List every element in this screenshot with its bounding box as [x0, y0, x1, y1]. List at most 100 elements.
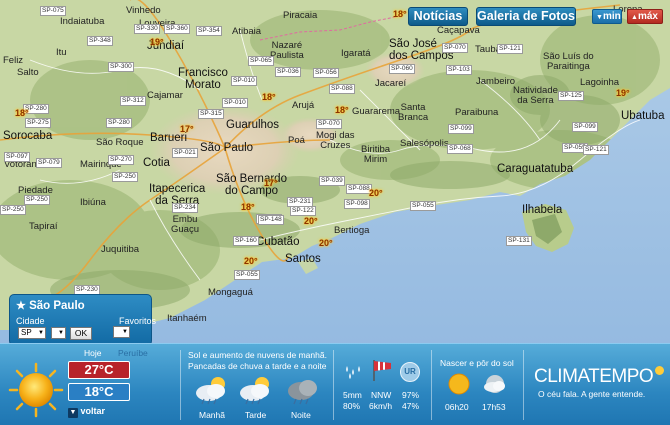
- sunrise-icon: [448, 373, 470, 395]
- voltar-label: voltar: [80, 406, 106, 416]
- road-shield: SP-021: [172, 148, 198, 158]
- city-label: Ilhabela: [522, 204, 563, 216]
- noticias-button[interactable]: Notícias: [408, 7, 468, 26]
- city-label: São Luís do Paraitinga: [543, 51, 594, 72]
- city-label: Vinhedo: [126, 5, 161, 16]
- city-label: Salesópolis: [400, 138, 449, 149]
- city-label: São Paulo: [200, 142, 254, 154]
- star-icon[interactable]: ★: [16, 300, 26, 312]
- road-shield: SP-079: [36, 158, 62, 168]
- temperature-marker: 17°: [264, 178, 278, 188]
- temperature-marker: 18°: [15, 108, 29, 118]
- road-shield: SP-121: [497, 44, 523, 54]
- temperature-marker: 18°: [241, 202, 255, 212]
- city-select[interactable]: ▼: [51, 327, 66, 339]
- city-label: Mongaguá: [208, 287, 253, 298]
- road-shield: SP-250: [0, 205, 26, 215]
- road-shield: SP-312: [120, 96, 146, 106]
- road-shield: SP-010: [222, 98, 248, 108]
- humidity-min-value: 47%: [402, 401, 420, 411]
- city-label: Atibaia: [232, 26, 262, 37]
- city-label: Bertioga: [334, 225, 370, 236]
- city-label: Paraibuna: [455, 107, 499, 118]
- city-label: Feliz: [3, 55, 24, 66]
- road-shield: SP-103: [446, 65, 472, 75]
- city-label: Santos: [285, 253, 321, 265]
- road-shield: SP-075: [40, 6, 66, 16]
- road-shield: SP-056: [313, 68, 339, 78]
- dropdown-arrow-icon: ▼: [38, 330, 44, 336]
- city-label: Caraguatatuba: [497, 163, 574, 175]
- city-label: Mogi das Cruzes: [316, 130, 355, 151]
- road-shield: SP-099: [572, 122, 598, 132]
- temperature-marker: 19°: [616, 88, 630, 98]
- temperature-marker: 20°: [244, 256, 258, 266]
- city-label: Igaratá: [341, 48, 371, 59]
- cloudy-morning-icon: [196, 377, 225, 405]
- temperature-marker: 18°: [393, 9, 407, 19]
- dropdown-arrow-icon: ▼: [122, 329, 128, 335]
- min-temp-toggle[interactable]: ▼min: [592, 9, 622, 24]
- climatempo-logo[interactable]: CLIMATEMPO: [534, 366, 665, 388]
- road-shield: SP-055: [234, 270, 260, 280]
- hoje-label: Hoje: [84, 348, 102, 358]
- temperature-marker: 20°: [319, 238, 333, 248]
- road-shield: SP-234: [172, 203, 198, 213]
- max-temp-value: 27°C: [68, 361, 130, 379]
- logo-dot-icon: [655, 366, 665, 375]
- tarde-label: Tarde: [245, 410, 267, 420]
- rain-mm-value: 5mm: [343, 390, 362, 400]
- road-shield: SP-250: [112, 172, 138, 182]
- road-shield: SP-010: [231, 76, 257, 86]
- road-shield: SP-315: [198, 109, 224, 119]
- down-arrow-icon: ▼: [68, 408, 78, 418]
- city-label: Jacareí: [375, 78, 407, 89]
- state-select[interactable]: SP ▼: [18, 327, 46, 339]
- sun-icon: [8, 362, 64, 418]
- road-shield: SP-360: [164, 24, 190, 34]
- road-shield: SP-348: [87, 36, 113, 46]
- city-label: Santa Branca: [398, 102, 429, 123]
- city-label: Sorocaba: [3, 130, 53, 142]
- selected-city-title[interactable]: ★ São Paulo: [16, 299, 85, 312]
- road-shield: SP-039: [319, 176, 345, 186]
- road-shield: SP-097: [4, 152, 30, 162]
- road-shield: SP-160: [233, 236, 259, 246]
- down-arrow-icon: ▼: [596, 14, 603, 21]
- road-shield: SP-065: [248, 56, 274, 66]
- sunrise-sunset-title: Nascer e pôr do sol: [440, 358, 514, 368]
- temperature-marker: 18°: [335, 105, 349, 115]
- divider: [180, 350, 181, 420]
- peruibe-label: Peruíbe: [118, 348, 148, 358]
- city-label: Natividade da Serra: [513, 85, 558, 106]
- road-shield: SP-131: [506, 236, 532, 246]
- temperature-marker: 19°: [150, 37, 164, 47]
- cidade-label: Cidade: [16, 316, 45, 326]
- road-shield: SP-125: [558, 91, 584, 101]
- galeria-de-fotos-button[interactable]: Galeria de Fotos: [476, 7, 576, 26]
- manha-label: Manhã: [199, 410, 225, 420]
- city-selector-panel: ★ São Paulo Cidade Favoritos SP ▼ ▼ OK ▼: [9, 294, 156, 346]
- city-label: Salto: [17, 67, 39, 78]
- road-shield: SP-036: [275, 67, 301, 77]
- city-label: Juquitiba: [101, 244, 140, 255]
- voltar-link[interactable]: ▼ voltar: [68, 406, 105, 418]
- sunset-moon-icon: [484, 375, 505, 393]
- road-shield: SP-099: [448, 124, 474, 134]
- city-label: Cajamar: [147, 90, 183, 101]
- noite-label: Noite: [291, 410, 311, 420]
- city-label: Caçapava: [437, 25, 480, 36]
- road-shield: SP-270: [108, 155, 134, 165]
- max-temp-toggle[interactable]: ▲máx: [627, 9, 663, 24]
- min-temp-value: 18°C: [68, 383, 130, 401]
- road-shield: SP-122: [290, 206, 316, 216]
- city-label: Guararema: [352, 106, 401, 117]
- ok-button[interactable]: OK: [70, 327, 92, 340]
- city-label: Embu Guaçu: [171, 214, 199, 235]
- selected-city-name: São Paulo: [29, 300, 85, 312]
- rain-afternoon-icon: [240, 377, 269, 405]
- road-shield: SP-070: [316, 119, 342, 129]
- city-label: Cotia: [143, 157, 170, 169]
- city-label: Biritiba Mirim: [361, 144, 391, 165]
- favoritos-select[interactable]: ▼: [113, 326, 130, 338]
